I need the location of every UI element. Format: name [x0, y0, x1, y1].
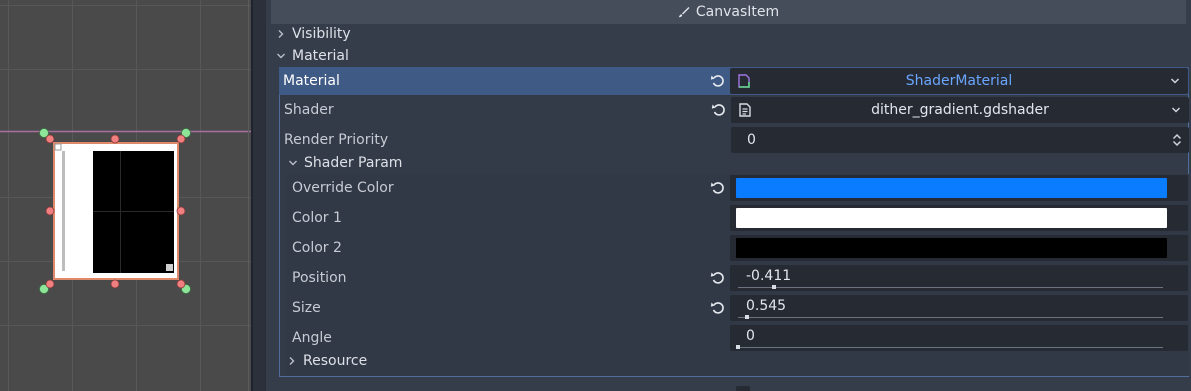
angle-slider-grabber[interactable]: [736, 345, 740, 349]
group-visibility-label: Visibility: [292, 26, 351, 42]
chevron-down-icon[interactable]: [1171, 106, 1181, 114]
position-value: -0.411: [746, 268, 792, 284]
shader-label: Shader: [284, 102, 334, 118]
angle-slider[interactable]: 0: [730, 325, 1188, 351]
checkbox[interactable]: [736, 386, 750, 391]
position-slider-grabber[interactable]: [772, 285, 776, 289]
revert-icon[interactable]: [709, 269, 727, 287]
position-label: Position: [292, 270, 347, 286]
position-slider[interactable]: -0.411: [730, 265, 1188, 291]
revert-icon[interactable]: [709, 179, 727, 197]
panel-splitter[interactable]: [251, 0, 266, 391]
override-color-label: Override Color: [292, 180, 394, 196]
group-resource[interactable]: Resource: [287, 350, 367, 372]
color-1-swatch: [736, 208, 1167, 228]
revert-icon[interactable]: [709, 299, 727, 317]
color-2-label: Color 2: [292, 240, 342, 256]
angle-label: Angle: [292, 330, 332, 346]
color-1-label: Color 1: [292, 210, 342, 226]
chevron-down-icon: [289, 160, 297, 166]
group-material[interactable]: Material: [276, 45, 349, 67]
chevron-right-icon: [289, 357, 295, 365]
material-value: ShaderMaterial: [905, 73, 1013, 89]
sprite-preview: [53, 142, 179, 280]
chevron-right-icon: [278, 30, 284, 38]
size-value: 0.545: [746, 298, 787, 314]
shader-value: dither_gradient.gdshader: [871, 102, 1049, 118]
canvasitem-section-header[interactable]: CanvasItem: [271, 0, 1186, 24]
group-shader-param-label: Shader Param: [304, 155, 403, 171]
color-2-swatch: [736, 238, 1167, 258]
override-color-swatch: [736, 178, 1167, 198]
revert-icon[interactable]: [710, 101, 728, 119]
group-visibility[interactable]: Visibility: [276, 23, 351, 45]
next-property-row: [271, 382, 1186, 391]
viewport-grid: [0, 0, 251, 391]
spin-arrows-icon[interactable]: [1171, 133, 1183, 147]
material-label: Material: [283, 73, 340, 89]
shader-material-icon: [738, 74, 750, 88]
group-resource-label: Resource: [303, 353, 368, 369]
shader-param-panel: Override Color Color 1 Color 2 Position …: [287, 174, 1189, 376]
chevron-down-icon: [277, 53, 285, 59]
group-material-label: Material: [292, 48, 349, 64]
inspector-panel: CanvasItem Visibility Material Material …: [266, 0, 1191, 391]
section-title: CanvasItem: [695, 4, 780, 20]
brush-icon: [678, 7, 690, 18]
angle-value: 0: [746, 328, 755, 344]
size-slider[interactable]: 0.545: [730, 295, 1188, 321]
shader-resource-picker[interactable]: dither_gradient.gdshader: [731, 97, 1189, 123]
render-priority-value: 0: [747, 132, 756, 148]
file-icon: [739, 103, 751, 117]
revert-icon[interactable]: [709, 72, 727, 90]
color-1-picker[interactable]: [730, 205, 1188, 231]
size-slider-grabber[interactable]: [745, 315, 749, 319]
group-shader-param[interactable]: Shader Param: [288, 152, 402, 174]
color-2-picker[interactable]: [730, 235, 1188, 261]
property-material[interactable]: Material ShaderMaterial: [279, 67, 1189, 95]
chevron-down-icon[interactable]: [1170, 77, 1180, 85]
canvas-viewport[interactable]: [0, 0, 251, 391]
render-priority-spinbox[interactable]: 0: [731, 127, 1189, 153]
size-label: Size: [292, 300, 321, 316]
override-color-picker[interactable]: [730, 175, 1188, 201]
render-priority-label: Render Priority: [284, 132, 389, 148]
material-resource-picker[interactable]: ShaderMaterial: [730, 68, 1188, 94]
